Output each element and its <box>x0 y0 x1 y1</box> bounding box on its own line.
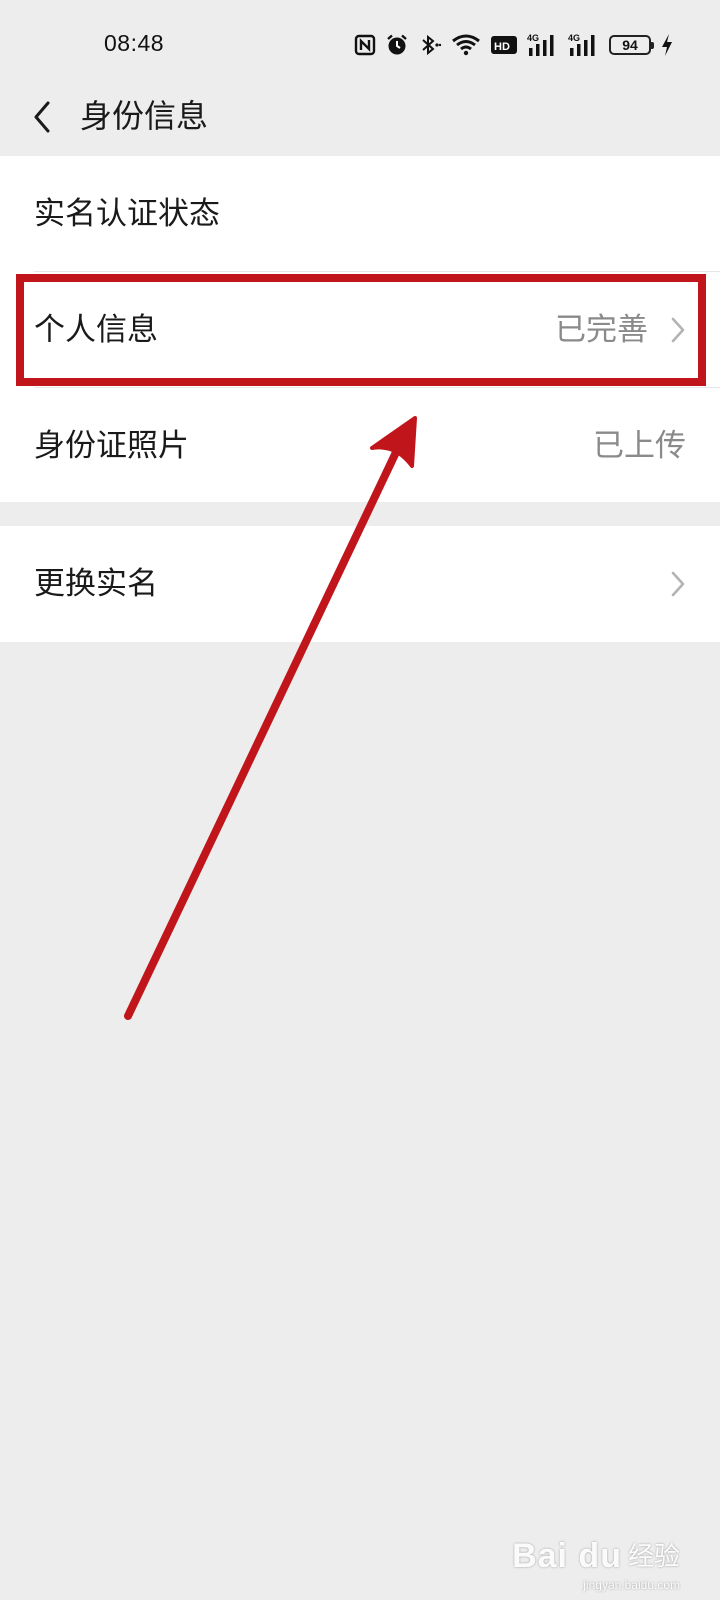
baidu-jingyan-watermark: Bai du 经验 jingyan.baidu.com <box>512 1537 680 1592</box>
wifi-icon <box>452 34 480 56</box>
row-label: 身份证照片 <box>34 428 189 464</box>
battery-icon: 94 <box>609 35 654 55</box>
svg-text:4G: 4G <box>527 33 539 43</box>
status-time: 08:48 <box>104 30 165 56</box>
watermark-url: jingyan.baidu.com <box>583 1578 680 1592</box>
page-title: 身份信息 <box>80 97 209 135</box>
row-label: 实名认证状态 <box>34 196 220 232</box>
watermark-label: 经验 <box>627 1541 680 1571</box>
list-item-id-photo[interactable]: 身份证照片 已上传 <box>0 388 720 504</box>
status-bar: 08:48 HD 4G 4G 94 <box>0 0 720 92</box>
status-icons: HD 4G 4G 94 <box>354 30 674 60</box>
svg-text:4G: 4G <box>568 33 580 43</box>
row-value: 已上传 <box>593 428 686 464</box>
watermark-brand: Bai du <box>512 1537 622 1575</box>
settings-group-identity: 实名认证状态 个人信息 已完善 身份证照片 已上传 <box>0 156 720 502</box>
row-label: 个人信息 <box>34 312 158 348</box>
chevron-right-icon <box>671 571 685 597</box>
nav-bar: 身份信息 <box>0 92 720 154</box>
svg-text:HD: HD <box>494 41 510 53</box>
alarm-icon <box>387 34 407 55</box>
settings-group-change: 更换实名 <box>0 526 720 642</box>
chevron-left-icon <box>34 101 50 133</box>
list-item-personal-info[interactable]: 个人信息 已完善 <box>0 272 720 388</box>
list-item-verification-status[interactable]: 实名认证状态 <box>0 156 720 272</box>
list-item-change-realname[interactable]: 更换实名 <box>0 526 720 642</box>
signal-icon: 4G <box>568 33 595 56</box>
row-value: 已完善 <box>555 312 648 348</box>
battery-level: 94 <box>622 37 638 53</box>
nfc-icon <box>354 34 376 56</box>
charging-icon <box>662 34 672 56</box>
row-label: 更换实名 <box>34 566 158 602</box>
bluetooth-icon <box>422 34 442 56</box>
hd-voice-icon: HD <box>491 36 517 54</box>
back-button[interactable] <box>20 92 64 142</box>
signal-icon: 4G <box>527 33 554 56</box>
chevron-right-icon <box>671 317 685 343</box>
